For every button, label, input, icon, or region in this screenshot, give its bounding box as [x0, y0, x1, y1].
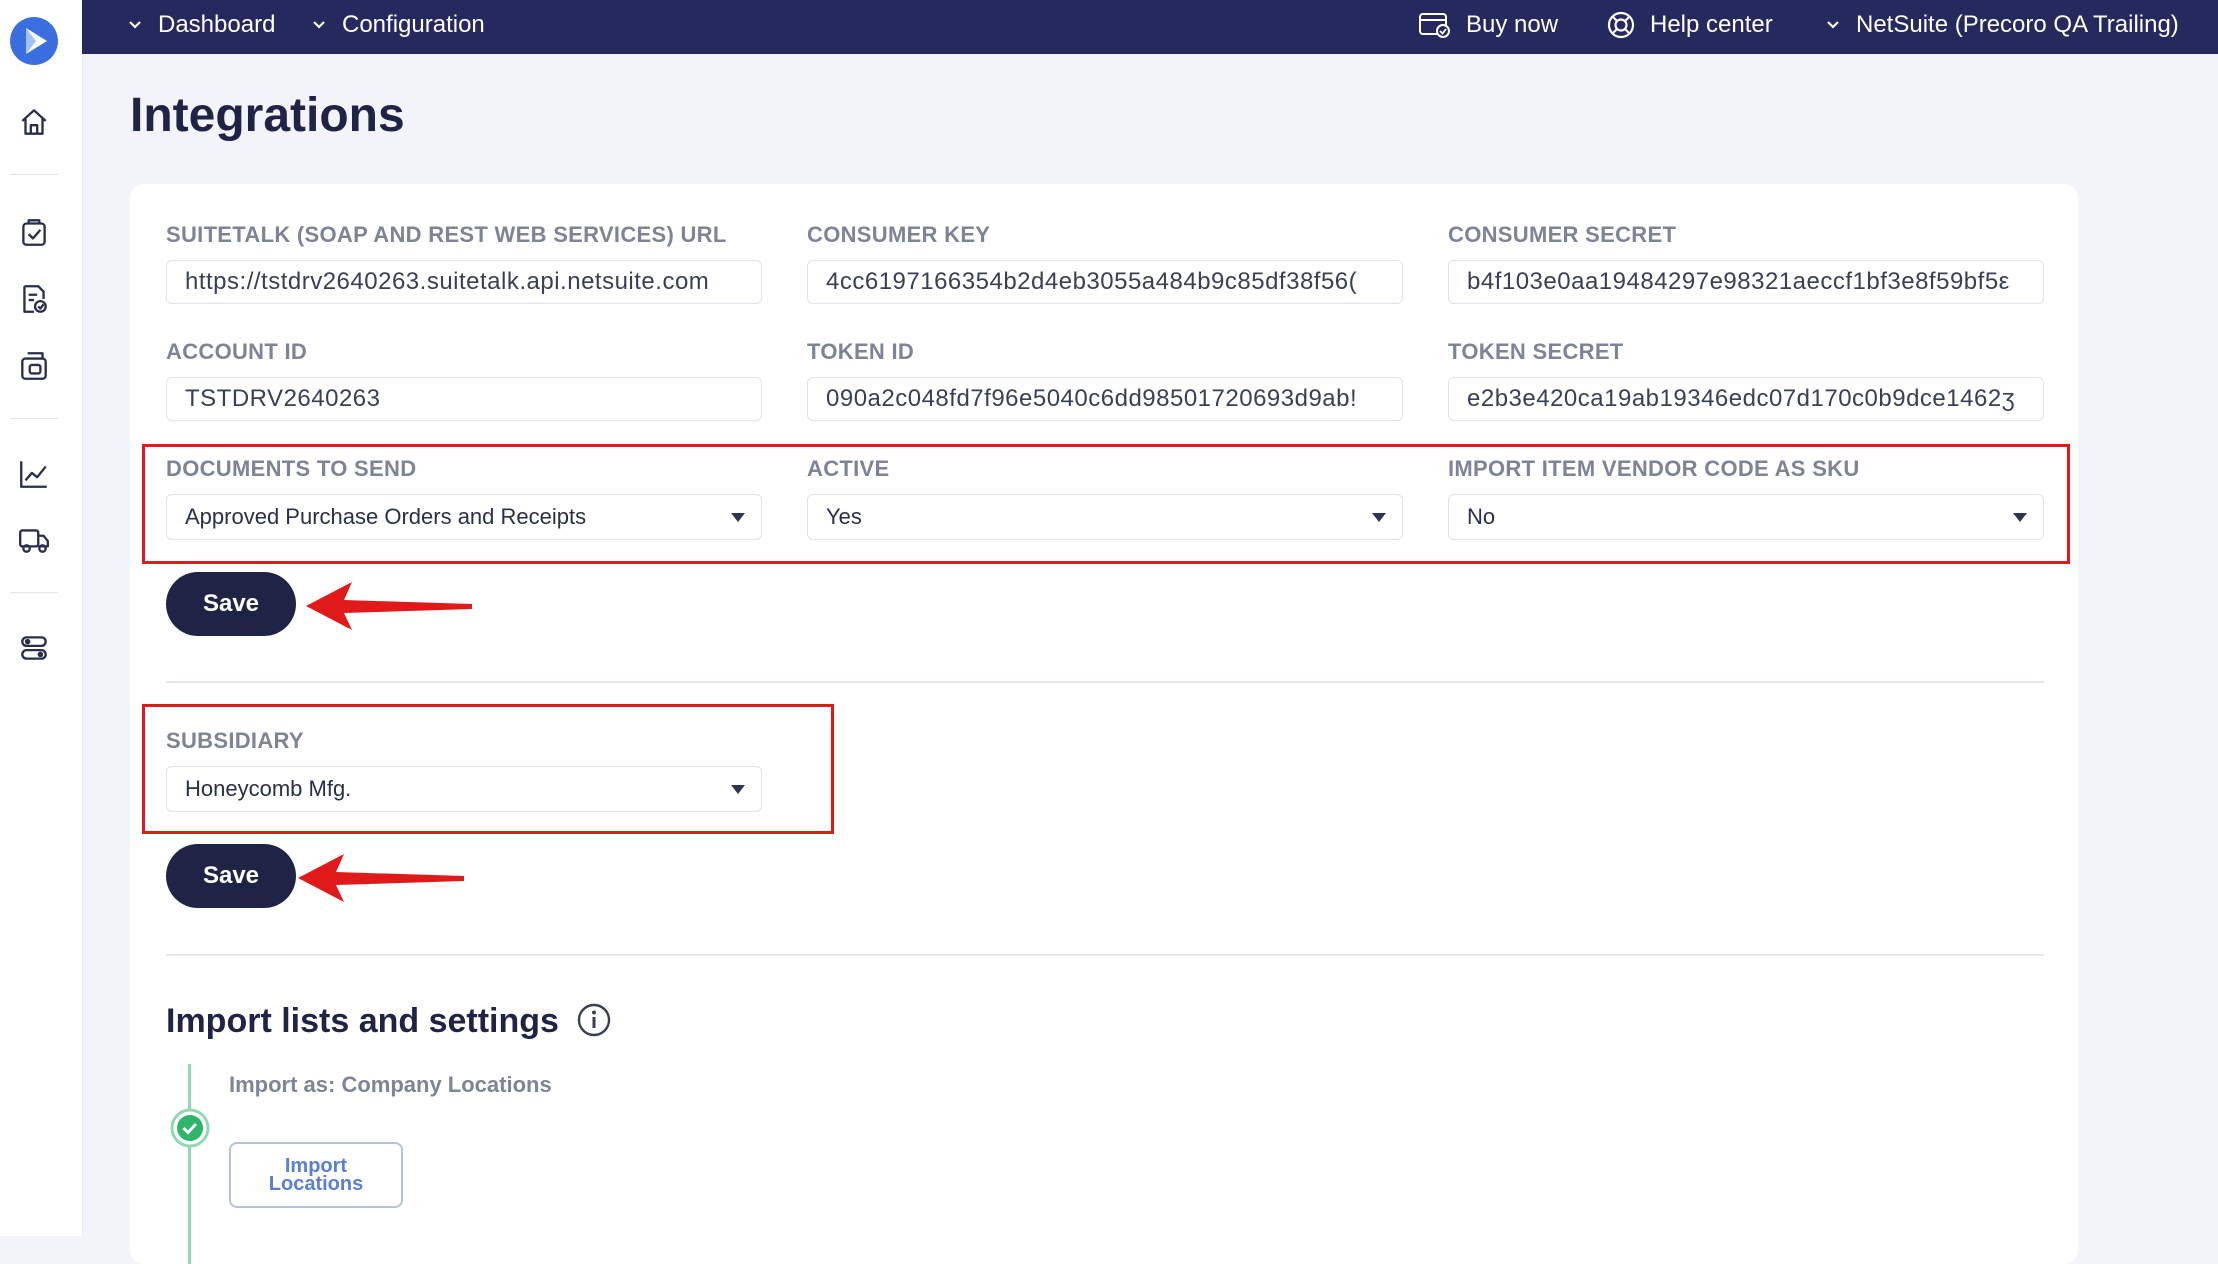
settings-icon[interactable]: [16, 630, 52, 666]
token-secret-label: TOKEN SECRET: [1448, 339, 1624, 364]
subsidiary-select[interactable]: Honeycomb Mfg.: [166, 766, 762, 812]
dashboard-label: Dashboard: [158, 11, 276, 38]
consumer-key-input[interactable]: [807, 260, 1403, 304]
import-sku-label: IMPORT ITEM VENDOR CODE AS SKU: [1448, 456, 1860, 481]
token-id-label: TOKEN ID: [807, 339, 915, 364]
account-label: NetSuite (Precoro QA Trailing): [1856, 11, 2179, 38]
consumer-key-label: CONSUMER KEY: [807, 222, 991, 247]
account-id-label: ACCOUNT ID: [166, 339, 308, 364]
active-select[interactable]: Yes: [807, 494, 1403, 540]
token-secret-input[interactable]: [1448, 377, 2044, 421]
annotation-arrow-icon: [306, 582, 472, 630]
account-switcher[interactable]: NetSuite (Precoro QA Trailing): [1824, 0, 2179, 50]
analytics-icon[interactable]: [16, 456, 52, 492]
token-id-input[interactable]: [807, 377, 1403, 421]
sidebar: [0, 0, 83, 1236]
dropdown-caret-icon: [731, 785, 745, 794]
page-title: Integrations: [130, 89, 405, 142]
active-label: ACTIVE: [807, 456, 890, 481]
consumer-secret-input[interactable]: [1448, 260, 2044, 304]
timeline-line: [188, 1064, 191, 1264]
help-center-link[interactable]: Help center: [1606, 0, 1773, 50]
suitetalk-url-input[interactable]: [166, 260, 762, 304]
documents-to-send-select[interactable]: Approved Purchase Orders and Receipts: [166, 494, 762, 540]
sidebar-divider: [10, 418, 58, 419]
import-step-label: Import as: Company Locations: [229, 1072, 552, 1097]
dashboard-menu[interactable]: Dashboard: [126, 0, 275, 50]
buy-now-label: Buy now: [1466, 11, 1559, 38]
dropdown-caret-icon: [1372, 513, 1386, 522]
chevron-down-icon: [129, 21, 141, 29]
top-bar: Dashboard Configuration Buy now Help cen…: [82, 0, 2218, 54]
suitetalk-url-label: SUITETALK (SOAP AND REST WEB SERVICES) U…: [166, 222, 727, 247]
documents-to-send-value: Approved Purchase Orders and Receipts: [185, 504, 587, 529]
help-center-icon: [1607, 11, 1635, 39]
section-divider: [166, 954, 2044, 956]
account-id-input[interactable]: [166, 377, 762, 421]
dropdown-caret-icon: [2013, 513, 2027, 522]
info-icon[interactable]: [576, 1002, 612, 1038]
sidebar-divider: [10, 592, 58, 593]
import-button-line2: Locations: [268, 1173, 364, 1195]
sidebar-divider: [10, 174, 58, 175]
check-icon: [170, 1108, 210, 1148]
configuration-label: Configuration: [342, 11, 485, 38]
configuration-menu[interactable]: Configuration: [310, 0, 485, 50]
help-center-label: Help center: [1650, 11, 1773, 38]
subsidiary-value: Honeycomb Mfg.: [185, 776, 352, 801]
import-locations-button[interactable]: Import Locations: [229, 1142, 403, 1208]
import-button-text: Import Locations: [268, 1156, 364, 1195]
purchase-order-icon[interactable]: [16, 214, 52, 250]
import-lists-title: Import lists and settings: [166, 1002, 559, 1040]
invoice-icon[interactable]: [16, 281, 52, 317]
subsidiary-label: SUBSIDIARY: [166, 728, 304, 753]
active-value: Yes: [826, 504, 862, 529]
dropdown-caret-icon: [731, 513, 745, 522]
delivery-icon[interactable]: [16, 522, 52, 558]
subsidiary-save-button[interactable]: Save: [166, 844, 296, 908]
chevron-down-icon: [313, 21, 325, 29]
buy-now-link[interactable]: Buy now: [1418, 0, 1558, 50]
annotation-arrow-icon: [298, 854, 464, 902]
import-sku-value: No: [1467, 504, 1496, 529]
home-icon[interactable]: [16, 104, 52, 140]
consumer-secret-label: CONSUMER SECRET: [1448, 222, 1677, 247]
receipt-icon[interactable]: [16, 348, 52, 384]
import-sku-select[interactable]: No: [1448, 494, 2044, 540]
settings-save-button[interactable]: Save: [166, 572, 296, 636]
integration-card: SUITETALK (SOAP AND REST WEB SERVICES) U…: [130, 184, 2078, 1264]
chevron-down-icon: [1827, 21, 1839, 29]
logo-icon[interactable]: [9, 16, 59, 66]
buy-now-icon: [1419, 13, 1450, 38]
section-divider: [166, 681, 2044, 683]
documents-to-send-label: DOCUMENTS TO SEND: [166, 456, 417, 481]
